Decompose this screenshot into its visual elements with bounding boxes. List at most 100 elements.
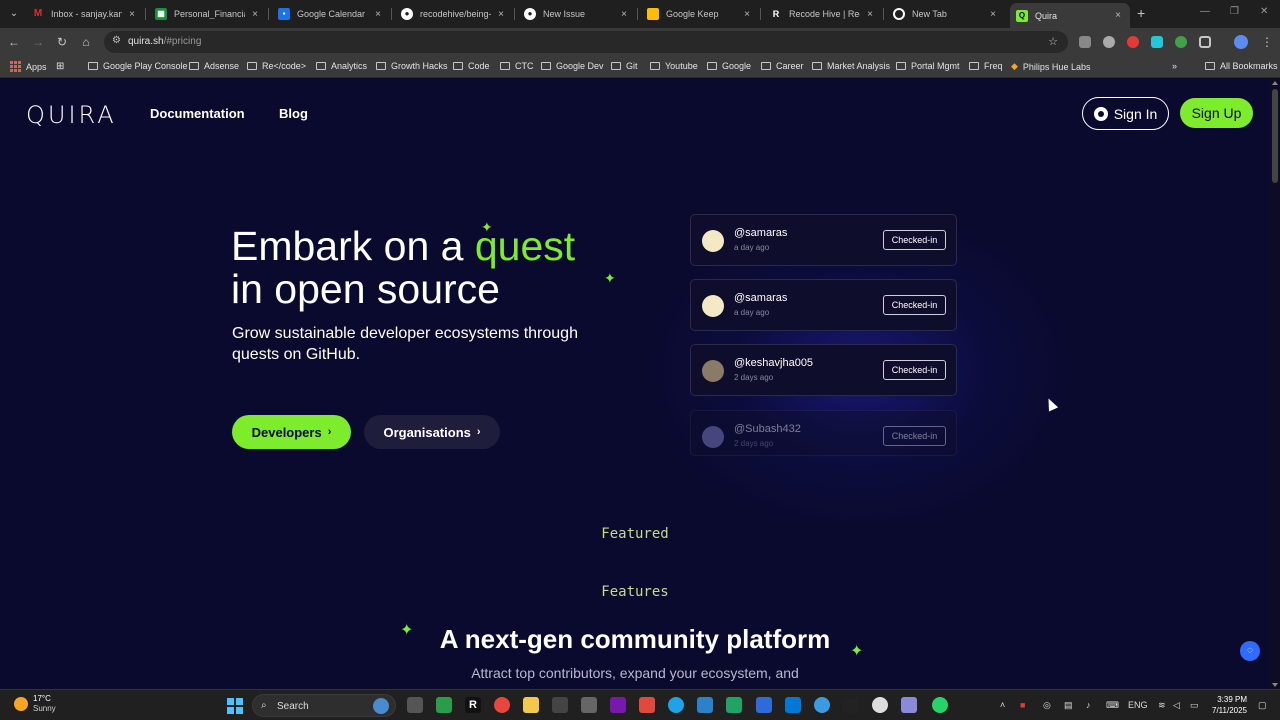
bookmark-folder[interactable]: CTC: [500, 61, 534, 71]
keyboard-icon[interactable]: ⌨: [1106, 700, 1119, 711]
tab-recodehive[interactable]: R Recode Hive | Recod ×: [764, 3, 882, 25]
tray-app-icon[interactable]: ◎: [1043, 700, 1051, 711]
excel-icon[interactable]: [726, 697, 742, 713]
bookmark-folder[interactable]: Analytics: [316, 61, 367, 71]
extensions-puzzle-icon[interactable]: [1199, 36, 1211, 48]
microphone-icon[interactable]: ♪: [1086, 700, 1091, 710]
weather-widget[interactable]: 17°C Sunny: [14, 694, 56, 714]
taskbar-search[interactable]: ⌕ Search: [252, 694, 396, 717]
bookmark-folder[interactable]: Google Play Console: [88, 61, 188, 71]
bookmark-folder[interactable]: Youtube: [650, 61, 698, 71]
tray-app-icon[interactable]: ▤: [1064, 700, 1073, 711]
bookmark-folder[interactable]: Code: [453, 61, 490, 71]
app-icon[interactable]: [901, 697, 917, 713]
volume-icon[interactable]: ◁: [1173, 700, 1180, 711]
organisations-button[interactable]: Organisations ›: [364, 415, 500, 449]
window-close-icon[interactable]: ✕: [1260, 6, 1268, 17]
app-icon[interactable]: [697, 697, 713, 713]
menu-kebab-icon[interactable]: ⋮: [1259, 34, 1275, 50]
reload-icon[interactable]: ↻: [54, 34, 70, 50]
tray-app-icon[interactable]: ■: [1020, 700, 1025, 710]
tab-calendar[interactable]: ▪ Google Calendar - W ×: [272, 3, 390, 25]
bookmark-folder[interactable]: Career: [761, 61, 804, 71]
nav-blog[interactable]: Blog: [279, 106, 308, 121]
close-tab-icon[interactable]: ×: [249, 9, 261, 20]
bookmark-folder[interactable]: Freq: [969, 61, 1003, 71]
language-indicator[interactable]: ENG: [1128, 700, 1148, 710]
all-bookmarks[interactable]: All Bookmarks: [1205, 61, 1278, 71]
close-tab-icon[interactable]: ×: [495, 9, 507, 20]
address-bar[interactable]: ⚙ quira.sh/#pricing ☆: [104, 31, 1068, 53]
notion-icon[interactable]: [552, 697, 568, 713]
edge-icon[interactable]: [668, 697, 684, 713]
bookmark-folder[interactable]: Google: [707, 61, 751, 71]
activity-username[interactable]: @Subash432: [734, 423, 801, 435]
chrome-icon[interactable]: [494, 697, 510, 713]
home-icon[interactable]: ⌂: [78, 34, 94, 50]
bookmark-folder[interactable]: Git: [611, 61, 638, 71]
close-tab-icon[interactable]: ×: [864, 9, 876, 20]
extension-icon[interactable]: [1079, 36, 1091, 48]
task-view-icon[interactable]: [407, 697, 423, 713]
tray-overflow-icon[interactable]: ˄: [1000, 700, 1005, 710]
bookmark-folder[interactable]: Portal Mgmt: [896, 61, 960, 71]
activity-username[interactable]: @keshavjha005: [734, 357, 813, 369]
new-tab-icon[interactable]: +: [1137, 5, 1145, 21]
quira-logo[interactable]: QUIRA: [26, 101, 117, 129]
app-icon[interactable]: [843, 697, 859, 713]
bookmark-folder[interactable]: Re</code>: [247, 61, 306, 71]
bookmark-grid-icon[interactable]: ⊞: [56, 61, 64, 72]
wifi-icon[interactable]: ≋: [1158, 700, 1166, 711]
scroll-down-icon[interactable]: [1272, 683, 1278, 687]
grammar-extension-icon[interactable]: [1175, 36, 1187, 48]
more-bookmarks-icon[interactable]: »: [1172, 61, 1177, 71]
site-info-icon[interactable]: ⚙: [112, 35, 121, 46]
tab-github-repo[interactable]: ● recodehive/being-an ×: [395, 3, 513, 25]
record-extension-icon[interactable]: [1127, 36, 1139, 48]
windows-start-icon[interactable]: [227, 698, 243, 714]
minimize-icon[interactable]: —: [1200, 6, 1210, 17]
restore-icon[interactable]: ❐: [1230, 6, 1239, 17]
taskbar-clock[interactable]: 3:39 PM 7/11/2025: [1212, 694, 1247, 716]
camera-extension-icon[interactable]: [1103, 36, 1115, 48]
profile-avatar[interactable]: [1234, 35, 1248, 49]
tab-new-issue[interactable]: ● New Issue ×: [518, 3, 636, 25]
bookmark-folder[interactable]: Growth Hacks: [376, 61, 448, 71]
file-explorer-icon[interactable]: [523, 697, 539, 713]
close-tab-icon[interactable]: ×: [618, 9, 630, 20]
back-icon[interactable]: ←: [6, 34, 22, 50]
chat-support-icon[interactable]: ◌: [1240, 641, 1260, 661]
app-icon[interactable]: [436, 697, 452, 713]
close-tab-icon[interactable]: ×: [372, 9, 384, 20]
app-icon[interactable]: [756, 697, 772, 713]
page-scrollbar[interactable]: [1270, 79, 1280, 689]
close-tab-icon[interactable]: ×: [1112, 10, 1124, 21]
forward-icon[interactable]: →: [30, 34, 46, 50]
close-tab-icon[interactable]: ×: [126, 9, 138, 20]
sign-in-button[interactable]: Sign In: [1082, 97, 1169, 130]
tab-keep[interactable]: Google Keep ×: [641, 3, 759, 25]
sign-up-button[interactable]: Sign Up: [1180, 98, 1253, 128]
bookmark-apps[interactable]: Apps: [10, 61, 47, 72]
bookmark-star-icon[interactable]: ☆: [1048, 35, 1058, 48]
tab-search-icon[interactable]: ⌄: [6, 6, 22, 22]
scrollbar-thumb[interactable]: [1272, 89, 1278, 183]
url-text[interactable]: quira.sh/#pricing: [128, 36, 201, 47]
tab-new-tab[interactable]: New Tab ×: [887, 3, 1005, 25]
battery-icon[interactable]: ▭: [1190, 700, 1199, 711]
activity-username[interactable]: @samaras: [734, 227, 787, 239]
nav-documentation[interactable]: Documentation: [150, 106, 245, 121]
developers-button[interactable]: Developers ›: [232, 415, 351, 449]
whatsapp-icon[interactable]: [932, 697, 948, 713]
tab-sheets[interactable]: ▦ Personal_Financial_St ×: [149, 3, 267, 25]
bookmark-folder[interactable]: Adsense: [189, 61, 239, 71]
activity-username[interactable]: @samaras: [734, 292, 787, 304]
bookmark-folder[interactable]: Market Analysis: [812, 61, 890, 71]
shield-extension-icon[interactable]: [1151, 36, 1163, 48]
close-tab-icon[interactable]: ×: [741, 9, 753, 20]
store-icon[interactable]: [581, 697, 597, 713]
app-s-icon[interactable]: [639, 697, 655, 713]
bookmark-folder[interactable]: Google Dev: [541, 61, 604, 71]
close-tab-icon[interactable]: ×: [987, 9, 999, 20]
tab-gmail[interactable]: M Inbox - sanjay.kanaki ×: [26, 3, 144, 25]
